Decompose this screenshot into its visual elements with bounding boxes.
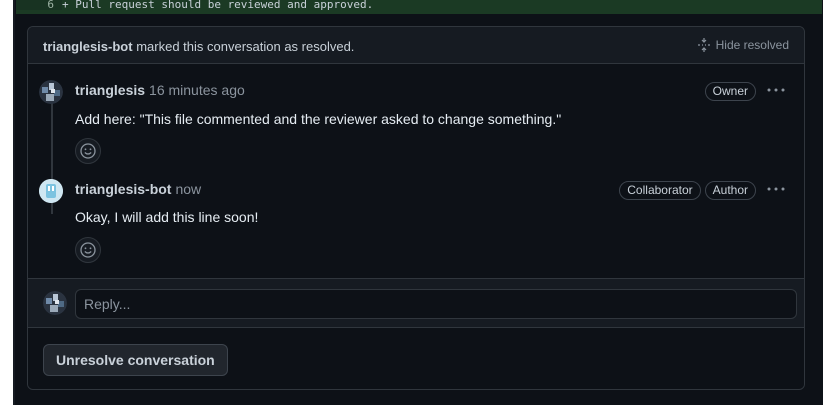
reply-row (28, 279, 804, 327)
review-thread: trianglesis-bot marked this conversation… (27, 26, 805, 390)
avatar-image (39, 80, 63, 104)
smiley-icon (80, 242, 96, 258)
author-badge: Author (704, 181, 756, 200)
comment-time[interactable]: 16 minutes ago (149, 82, 245, 98)
kebab-menu-icon[interactable] (766, 80, 786, 100)
diff-line-number: 6 (16, 0, 62, 10)
bot-avatar-image (39, 179, 63, 203)
diff-line-code: + Pull request should be reviewed and ap… (62, 0, 374, 11)
add-reaction-button[interactable] (75, 138, 101, 164)
hide-resolved-label: Hide resolved (715, 38, 789, 52)
fold-icon (697, 38, 710, 52)
add-reaction-button[interactable] (75, 237, 101, 263)
user-avatar-icon[interactable] (39, 80, 63, 104)
comment-author[interactable]: trianglesis 16 minutes ago (75, 82, 245, 98)
comment-author-name[interactable]: trianglesis-bot (75, 181, 171, 197)
resolved-header: trianglesis-bot marked this conversation… (28, 27, 804, 64)
comment-badges: Owner (704, 82, 756, 101)
ellipsis-icon (767, 88, 785, 92)
avatar-image (43, 291, 67, 315)
diff-line: 6 + Pull request should be reviewed and a… (16, 0, 822, 14)
comment-body: Okay, I will add this line soon! (75, 209, 259, 225)
resolved-message: trianglesis-bot marked this conversation… (43, 39, 354, 54)
hide-resolved-button[interactable]: Hide resolved (697, 38, 789, 52)
thread-actions: Unresolve conversation (28, 327, 804, 389)
current-user-avatar-icon (43, 291, 67, 315)
comment-author[interactable]: trianglesis-bot now (75, 181, 201, 197)
ellipsis-icon (767, 187, 785, 191)
comment-author-name[interactable]: trianglesis (75, 82, 145, 98)
bot-avatar-icon[interactable] (39, 179, 63, 203)
smiley-icon (80, 143, 96, 159)
unresolve-conversation-button[interactable]: Unresolve conversation (43, 344, 228, 376)
comment-body: Add here: "This file commented and the r… (75, 111, 562, 127)
comments-list: trianglesis 16 minutes ago Owner Add here… (28, 64, 804, 279)
comment-badges: Collaborator Author (619, 181, 756, 200)
screenshot-frame: 6 + Pull request should be reviewed and a… (0, 0, 827, 409)
kebab-menu-icon[interactable] (766, 179, 786, 199)
collaborator-badge: Collaborator (619, 181, 701, 200)
comment-time[interactable]: now (175, 181, 201, 197)
owner-badge: Owner (704, 82, 756, 101)
left-gutter (13, 0, 15, 405)
reply-input[interactable] (75, 289, 797, 319)
resolved-by-user[interactable]: trianglesis-bot (43, 39, 133, 54)
resolved-text: marked this conversation as resolved. (136, 39, 355, 54)
